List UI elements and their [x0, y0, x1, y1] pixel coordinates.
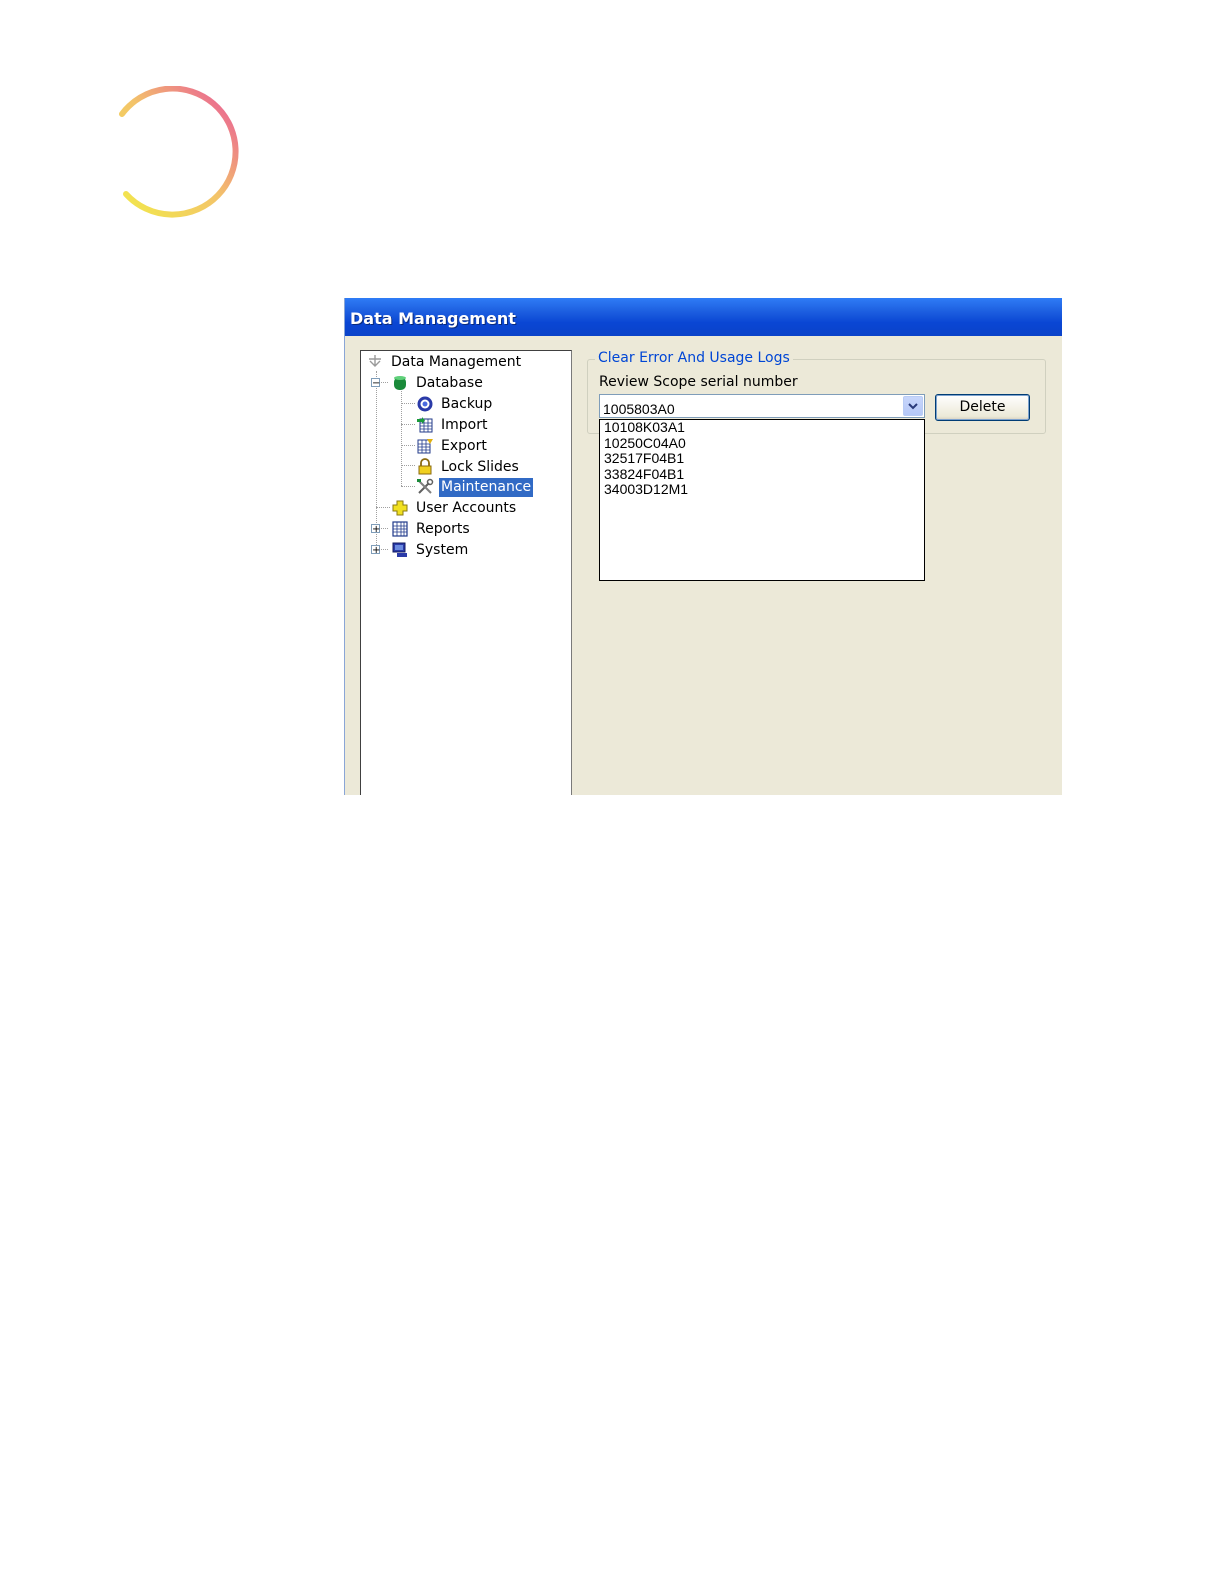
- import-icon: [417, 417, 433, 433]
- dropdown-option[interactable]: 33824F04B1: [600, 466, 924, 483]
- tree-line: [401, 403, 415, 404]
- dropdown-option[interactable]: 32517F04B1: [600, 450, 924, 467]
- tree-label: User Accounts: [416, 499, 517, 516]
- backup-icon: [417, 396, 433, 412]
- export-icon: [417, 439, 433, 454]
- system-icon: [392, 542, 407, 557]
- delete-button[interactable]: Delete: [935, 394, 1030, 421]
- data-management-window: Data Management − + + Data Management Da…: [344, 298, 1062, 795]
- tree-line: [401, 486, 415, 487]
- serial-number-combobox[interactable]: 1005803A0: [599, 394, 925, 418]
- tree-label: System: [416, 541, 469, 558]
- tree-item-import[interactable]: Import: [416, 415, 489, 435]
- chevron-down-icon: [908, 403, 918, 410]
- tree-label: Database: [416, 374, 483, 391]
- database-icon: [394, 376, 406, 390]
- collapse-database-icon[interactable]: −: [371, 378, 380, 389]
- tree-item-lock-slides[interactable]: Lock Slides: [416, 457, 521, 477]
- tree-item-system[interactable]: System: [391, 540, 470, 560]
- tree-item-backup[interactable]: Backup: [416, 394, 494, 414]
- tree-item-database[interactable]: Database: [391, 373, 485, 393]
- tree-line: [376, 507, 390, 508]
- tree-line: [401, 445, 415, 446]
- tree-item-reports[interactable]: Reports: [391, 519, 472, 539]
- tree-label: Reports: [416, 520, 470, 537]
- tree-label: Maintenance: [439, 477, 534, 497]
- reports-icon: [392, 521, 408, 537]
- user-accounts-icon: [392, 500, 408, 516]
- dropdown-option[interactable]: 10108K03A1: [600, 419, 924, 436]
- tree-label: Lock Slides: [441, 458, 519, 475]
- tools-icon: [417, 478, 434, 494]
- serial-number-label: Review Scope serial number: [599, 374, 798, 390]
- tree-label: Backup: [441, 395, 493, 412]
- tree-line: [401, 391, 402, 486]
- selected-serial: 1005803A0: [603, 401, 675, 417]
- expand-system-icon[interactable]: +: [371, 545, 380, 556]
- tree-item-data-management[interactable]: Data Management: [366, 352, 523, 372]
- window-title: Data Management: [350, 309, 516, 328]
- group-title: Clear Error And Usage Logs: [595, 350, 793, 366]
- dropdown-arrow-button[interactable]: [903, 396, 923, 416]
- tree-label: Import: [441, 416, 488, 433]
- dropdown-option[interactable]: 10250C04A0: [600, 435, 924, 452]
- tree-label: Export: [441, 437, 487, 454]
- tree-item-export[interactable]: Export: [416, 436, 489, 456]
- tree-root-icon: [369, 355, 381, 367]
- title-bar: Data Management: [345, 298, 1062, 336]
- serial-number-dropdown-list[interactable]: 10108K03A1 10250C04A0 32517F04B1 33824F0…: [599, 419, 925, 581]
- tree-line: [401, 424, 415, 425]
- tree-item-maintenance[interactable]: Maintenance: [416, 477, 534, 497]
- expand-reports-icon[interactable]: +: [371, 524, 380, 535]
- lock-icon: [418, 458, 432, 475]
- tree-line: [401, 465, 415, 466]
- tree-label: Data Management: [391, 353, 522, 370]
- dropdown-option[interactable]: 34003D12M1: [600, 481, 924, 498]
- ring-logo: [119, 86, 239, 218]
- tree-item-user-accounts[interactable]: User Accounts: [391, 498, 518, 518]
- navigation-tree[interactable]: − + + Data Management Database Backup Im…: [360, 350, 572, 795]
